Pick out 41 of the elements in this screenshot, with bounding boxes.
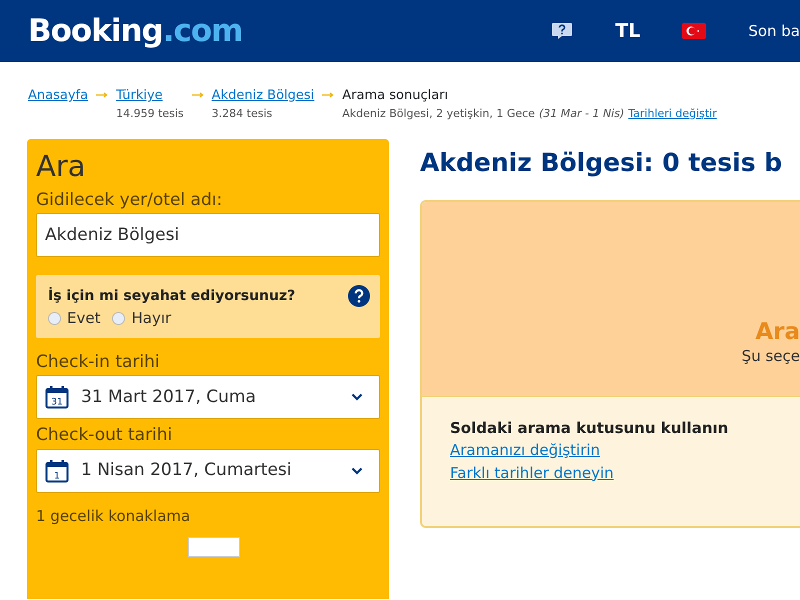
panel-title: Ara [36, 149, 87, 184]
recent-searches-link[interactable]: Son ba [748, 20, 800, 42]
business-question: İş için mi seyahat ediyorsunuz? [48, 286, 296, 306]
property-count: 3.284 tesis [212, 106, 274, 122]
field-label: Gidilecek yer/otel adı: [36, 188, 224, 212]
arrow-icon [192, 92, 204, 98]
change-dates-link[interactable]: Tarihleri değiştir [628, 106, 717, 122]
flag-icon[interactable] [682, 23, 706, 39]
currency-button[interactable]: TL [615, 16, 640, 46]
tips-title: Soldaki arama kutusunu kullanın [450, 418, 728, 438]
radio-button[interactable] [112, 312, 126, 326]
stay-length-note: 1 gecelik konaklama [36, 506, 192, 527]
radio-label: Evet [67, 308, 100, 330]
radio-button[interactable] [48, 312, 61, 326]
search-summary: Akdeniz Bölgesi, 2 yetişkin, 1 Gece [342, 106, 535, 122]
calendar-icon: 1 [45, 458, 69, 483]
help-chat-icon[interactable] [551, 22, 574, 40]
current-page-label: Arama sonuçları [342, 87, 450, 105]
destination-field[interactable]: Akdeniz Bölgesi [36, 213, 380, 258]
date-range: (31 Mar - 1 Nis) [538, 106, 624, 122]
date-select[interactable]: 31 31 Mart 2017, Cuma [36, 375, 380, 420]
chevron-down-icon [351, 466, 363, 475]
property-count: 14.959 tesis [116, 106, 184, 122]
booking-logo[interactable]: Booking.com [28, 16, 242, 46]
field-label: Check-out tarihi [36, 424, 174, 448]
field-label: Check-in tarihi [36, 350, 161, 374]
notice-text: Şu seçe [742, 346, 800, 367]
tip-link[interactable]: Aramanızı değiştirin [450, 439, 600, 462]
breadcrumb-link[interactable]: Akdeniz Bölgesi [212, 86, 314, 106]
date-select[interactable]: 1 1 Nisan 2017, Cumartesi [36, 448, 380, 493]
breadcrumb-link[interactable]: Anasayfa [28, 86, 88, 106]
breadcrumb-link[interactable]: Türkiye [116, 86, 184, 106]
results-heading: Akdeniz Bölgesi: 0 tesis b [420, 147, 784, 179]
calendar-icon: 31 [45, 385, 69, 410]
notice-title: Ara [755, 320, 800, 345]
tip-link[interactable]: Farklı tarihler deneyin [450, 462, 614, 484]
arrow-icon [96, 92, 108, 98]
chevron-down-icon [351, 393, 363, 402]
radio-label: Hayır [131, 308, 172, 330]
help-icon[interactable] [348, 285, 370, 308]
arrow-icon [322, 92, 334, 98]
